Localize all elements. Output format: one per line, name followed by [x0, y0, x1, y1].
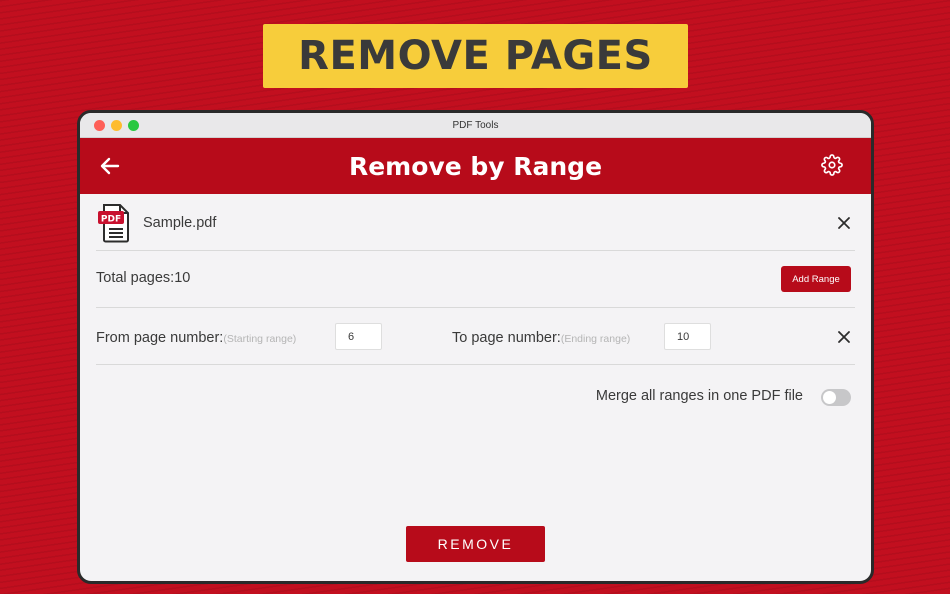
from-page-label: From page number:(Starting range): [96, 330, 296, 346]
merge-toggle[interactable]: [821, 389, 851, 406]
close-window-button[interactable]: [94, 120, 105, 131]
window-title: PDF Tools: [452, 119, 499, 131]
gear-icon[interactable]: [821, 154, 845, 178]
main-content: PDF Sample.pdf Total pages:10 Add Range …: [80, 194, 871, 581]
banner-title: REMOVE PAGES: [263, 24, 688, 88]
to-hint-text: (Ending range): [560, 333, 631, 345]
from-page-input[interactable]: [335, 323, 382, 350]
toggle-knob: [823, 391, 836, 404]
pdf-file-icon: PDF: [98, 203, 132, 243]
back-arrow-icon[interactable]: [98, 154, 122, 178]
from-label-text: From page number:: [96, 330, 224, 346]
file-row: PDF Sample.pdf: [96, 194, 855, 251]
remove-range-close-icon[interactable]: [837, 330, 851, 344]
to-label-text: To page number:: [452, 330, 561, 346]
zoom-window-button[interactable]: [128, 120, 139, 131]
add-range-button[interactable]: Add Range: [781, 266, 851, 292]
range-row: From page number:(Starting range) To pag…: [96, 308, 855, 365]
app-header: Remove by Range: [80, 138, 871, 194]
pdf-badge-label: PDF: [101, 215, 121, 225]
from-hint-text: (Starting range): [223, 333, 297, 345]
app-window: PDF Tools Remove by Range PDF Sample.pdf…: [77, 110, 874, 584]
page-title: Remove by Range: [348, 151, 603, 181]
minimize-window-button[interactable]: [111, 120, 122, 131]
to-page-label: To page number:(Ending range): [452, 330, 630, 346]
merge-label: Merge all ranges in one PDF file: [595, 388, 803, 404]
total-pages-row: Total pages:10 Add Range: [96, 251, 855, 308]
merge-row: Merge all ranges in one PDF file: [96, 365, 855, 427]
remove-button[interactable]: REMOVE: [406, 526, 545, 562]
to-page-input[interactable]: [664, 323, 711, 350]
remove-file-close-icon[interactable]: [837, 216, 851, 230]
window-titlebar: PDF Tools: [80, 113, 871, 138]
file-name: Sample.pdf: [143, 215, 217, 231]
total-pages-text: Total pages:10: [96, 270, 191, 286]
window-controls: [94, 120, 139, 131]
